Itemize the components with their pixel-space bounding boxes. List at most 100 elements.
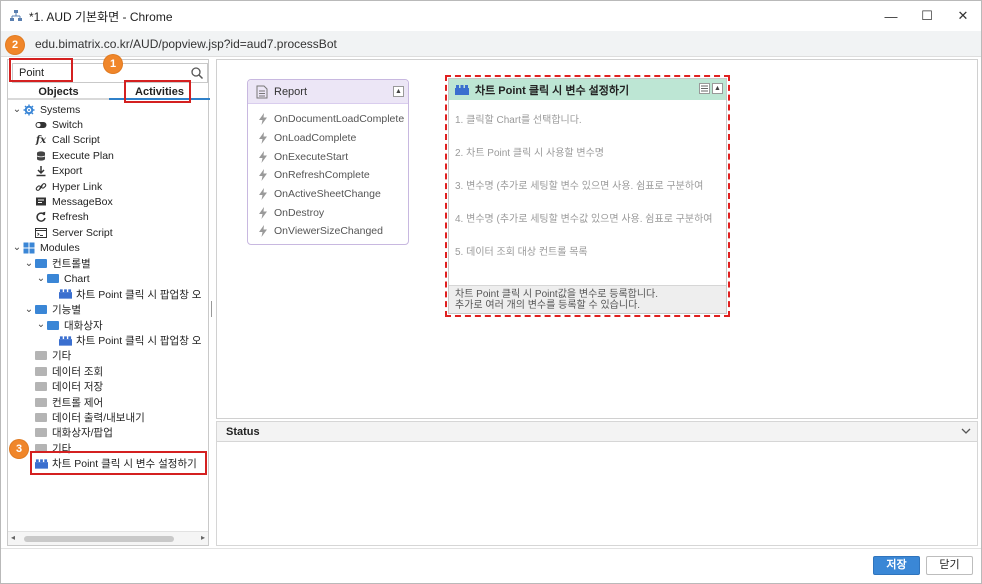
lightning-icon [259,132,267,145]
url-text[interactable]: edu.bimatrix.co.kr/AUD/popview.jsp?id=au… [35,37,337,51]
folder-gray-icon [34,365,48,377]
maximize-button[interactable]: ☐ [909,1,945,31]
chevron-down-icon[interactable]: ⌄ [12,104,22,114]
tree-item[interactable]: Execute Plan [24,148,114,163]
report-event-item[interactable]: OnDocumentLoadComplete [248,110,408,129]
scroll-left-icon[interactable]: ◂ [11,533,15,542]
tree-item[interactable]: 데이터 출력/내보내기 [24,410,145,425]
folder-gray-icon [34,427,48,439]
activity-description: 차트 Point 클릭 시 Point값을 변수로 등록합니다. 추가로 여러 … [449,285,726,313]
close-window-button[interactable]: ✕ [945,1,981,31]
link-icon [34,181,48,193]
panel-splitter[interactable] [210,301,214,317]
activity-node-header[interactable]: 차트 Point 클릭 시 변수 설정하기 ▲ [449,79,726,100]
tree-item-label: Systems [40,103,81,116]
gear-icon [22,104,36,116]
chevron-down-icon[interactable] [961,426,971,436]
folder-blue-icon [34,304,48,316]
report-event-item[interactable]: OnRefreshComplete [248,166,408,185]
tree-item[interactable]: ⌄ 대화상자 [36,318,103,333]
search-icon[interactable] [190,66,204,80]
document-icon [256,85,268,98]
report-event-item[interactable]: OnDestroy [248,203,408,222]
list-icon[interactable] [699,83,710,94]
tree-item[interactable]: Hyper Link [24,179,102,194]
report-node-title: Report [274,85,308,98]
tree-item[interactable]: Export [24,164,82,179]
tree-item[interactable]: 기타 [24,348,71,363]
tree-item[interactable]: ⌄ 컨트롤별 [24,256,91,271]
terminal-icon [34,227,48,239]
tree-item[interactable]: 데이터 저장 [24,379,103,394]
module-icon [58,288,72,300]
tab-objects[interactable]: Objects [8,84,109,100]
report-event-label: OnDestroy [274,206,325,219]
tree-item[interactable]: 차트 Point 클릭 시 팝업창 오 [48,333,201,348]
tree-item-label: Call Script [52,134,100,147]
tree-item[interactable]: 데이터 조회 [24,364,103,379]
lightning-icon [259,150,267,163]
folder-gray-icon [34,381,48,393]
tree-item[interactable]: 차트 Point 클릭 시 팝업창 오 [48,287,201,302]
report-node-header[interactable]: Report ▲ [248,80,408,104]
design-canvas[interactable]: Report ▲ OnDocumentLoadComplete OnLoadCom… [216,59,978,419]
tree-item-label: Chart [64,272,90,285]
tree-item[interactable]: ⌄ Systems [12,102,80,117]
activity-param-item[interactable]: 4. 변수명 (추가로 세팅할 변수값 있으면 사용. 쉼표로 구분하여 [449,201,726,234]
chevron-down-icon[interactable]: ⌄ [12,243,22,253]
tree-item[interactable]: fx Call Script [24,133,100,148]
tree-item[interactable]: MessageBox [24,194,113,209]
module-icon [455,84,469,95]
activity-param-item[interactable]: 3. 변수명 (추가로 세팅할 변수 있으면 사용. 쉼표로 구분하여 [449,168,726,201]
callout-badge-1: 1 [104,55,122,73]
report-event-label: OnActiveSheetChange [274,188,381,201]
scroll-right-icon[interactable]: ▸ [201,533,205,542]
report-event-item[interactable]: OnViewerSizeChanged [248,222,408,241]
report-event-item[interactable]: OnExecuteStart [248,147,408,166]
report-event-label: OnExecuteStart [274,150,349,163]
report-event-item[interactable]: OnActiveSheetChange [248,185,408,204]
folder-blue-icon [46,319,60,331]
activity-param-list: 1. 클릭할 Chart를 선택합니다. 2. 차트 Point 클릭 시 사용할… [449,100,726,267]
report-event-label: OnViewerSizeChanged [274,225,383,238]
tree-item-label: 차트 Point 클릭 시 팝업창 오 [76,335,202,347]
chevron-down-icon[interactable]: ⌄ [24,304,34,314]
chevron-down-icon[interactable]: ⌄ [24,258,34,268]
tree-item[interactable]: ⌄ Modules [12,241,80,256]
chevron-down-icon[interactable]: ⌄ [36,320,46,330]
download-icon [34,165,48,177]
lightning-icon [259,113,267,126]
tree-item[interactable]: ⌄ Chart [36,271,90,286]
collapse-up-icon[interactable]: ▲ [393,86,404,97]
collapse-up-icon[interactable]: ▲ [712,83,723,94]
folder-blue-icon [46,273,60,285]
status-label: Status [226,425,260,438]
activity-param-item[interactable]: 2. 차트 Point 클릭 시 사용할 변수명 [449,135,726,168]
function-icon: fx [35,134,47,146]
tree-item[interactable]: Server Script [24,225,113,240]
minimize-button[interactable]: — [873,1,909,31]
tree-item[interactable]: 컨트롤 제어 [24,395,103,410]
tree-item[interactable]: ⌄ 기능별 [24,302,81,317]
chevron-down-icon[interactable]: ⌄ [36,273,46,283]
report-event-item[interactable]: OnLoadComplete [248,129,408,148]
tree-item-label: 차트 Point 클릭 시 팝업창 오 [76,288,202,301]
tree-item-label: 기능별 [52,304,81,317]
tree-item[interactable]: Refresh [24,210,89,225]
tree-item[interactable]: Switch [24,117,83,132]
save-button[interactable]: 저장 [873,556,920,575]
activity-param-item[interactable]: 5. 데이터 조회 대상 컨트롤 목록 [449,234,726,267]
database-icon [34,150,48,162]
callout-badge-2: 2 [6,36,24,54]
scrollbar-thumb[interactable] [24,536,174,542]
lightning-icon [259,225,267,238]
report-node[interactable]: Report ▲ OnDocumentLoadComplete OnLoadCom… [247,79,409,245]
tree-item[interactable]: 대화상자/팝업 [24,425,113,440]
status-panel-header[interactable]: Status [216,421,978,442]
tree-item-label: 대화상자/팝업 [52,427,113,440]
horizontal-scrollbar[interactable]: ◂ ▸ [8,531,208,545]
activity-node[interactable]: 차트 Point 클릭 시 변수 설정하기 ▲ 1. 클릭할 Chart를 선택… [445,75,730,317]
activity-param-item[interactable]: 1. 클릭할 Chart를 선택합니다. [449,102,726,135]
folder-gray-icon [34,412,48,424]
close-button[interactable]: 닫기 [926,556,973,575]
